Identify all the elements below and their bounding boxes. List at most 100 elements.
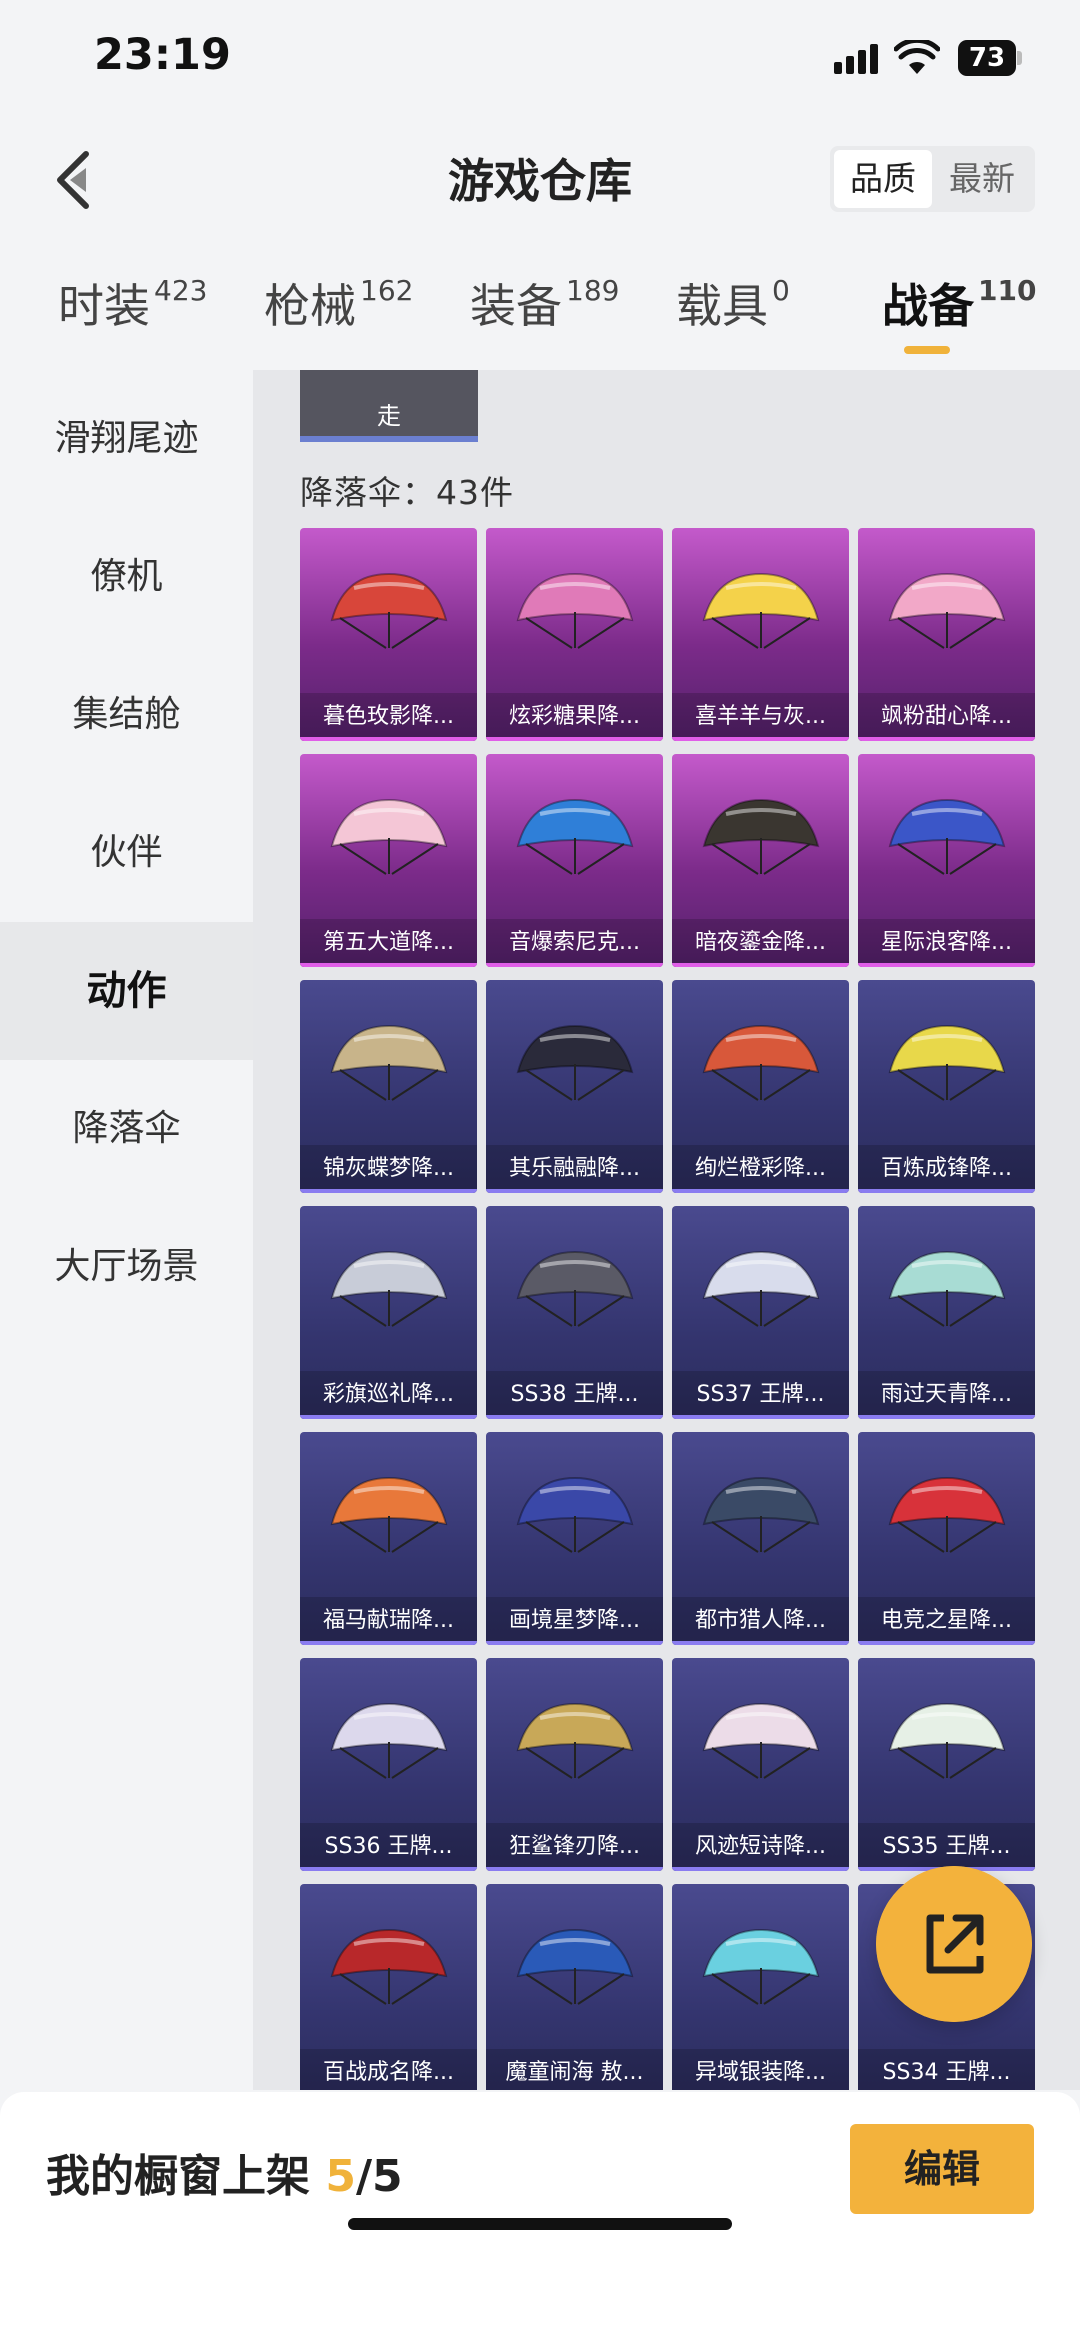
parachute-icon: [330, 1476, 448, 1553]
parachute-item-name: 锦灰蝶梦降...: [300, 1145, 477, 1193]
parachute-item[interactable]: 风迹短诗降...: [672, 1658, 849, 1871]
tab-weapons[interactable]: 枪械 162: [264, 270, 413, 336]
parachute-icon: [330, 1928, 448, 2005]
parachute-item[interactable]: SS37 王牌...: [672, 1206, 849, 1419]
parachute-item-name: 其乐融融降...: [486, 1145, 663, 1193]
parachute-icon: [702, 1476, 820, 1553]
parachute-item-name: 音爆索尼克...: [486, 919, 663, 967]
parachute-item[interactable]: 绚烂橙彩降...: [672, 980, 849, 1193]
parachute-item-name: 百炼成锋降...: [858, 1145, 1035, 1193]
showcase-total: /5: [355, 2151, 403, 2202]
parachute-icon: [702, 1928, 820, 2005]
parachute-item-name: 风迹短诗降...: [672, 1823, 849, 1871]
parachute-item[interactable]: 彩旗巡礼降...: [300, 1206, 477, 1419]
rarity-strip: [858, 1415, 1035, 1419]
tab-vehicles[interactable]: 载具 0: [676, 270, 790, 336]
parachute-item[interactable]: 狂鲨锋刃降...: [486, 1658, 663, 1871]
battery-level: 73: [958, 40, 1016, 76]
rarity-strip: [858, 737, 1035, 741]
rarity-strip: [858, 963, 1035, 967]
sidebar-item-rally-pod[interactable]: 集结舱: [0, 646, 253, 784]
rarity-strip: [486, 963, 663, 967]
parachute-item-name: SS36 王牌...: [300, 1823, 477, 1871]
parachute-item[interactable]: 雨过天青降...: [858, 1206, 1035, 1419]
sort-quality-option[interactable]: 品质: [834, 150, 932, 208]
parachute-icon: [702, 1250, 820, 1327]
parachute-icon: [516, 1476, 634, 1553]
parachute-icon: [516, 1250, 634, 1327]
parachute-icon: [702, 572, 820, 649]
parachute-item-name: 异域银装降...: [672, 2049, 849, 2090]
parachute-item[interactable]: 喜羊羊与灰...: [672, 528, 849, 741]
parachute-item[interactable]: SS38 王牌...: [486, 1206, 663, 1419]
parachute-icon: [702, 1702, 820, 1779]
sidebar-item-lobby-scene[interactable]: 大厅场景: [0, 1198, 253, 1336]
parachute-item-name: 电竞之星降...: [858, 1597, 1035, 1645]
rarity-strip: [300, 1415, 477, 1419]
showcase-count: 5: [325, 2151, 356, 2202]
parachute-item[interactable]: SS36 王牌...: [300, 1658, 477, 1871]
battery-icon: 73: [958, 40, 1022, 76]
tab-fashion[interactable]: 时装 423: [58, 270, 207, 336]
parachute-item[interactable]: 飒粉甜心降...: [858, 528, 1035, 741]
sidebar-item-wingman[interactable]: 僚机: [0, 508, 253, 646]
parachute-item-name: 百战成名降...: [300, 2049, 477, 2090]
rarity-strip: [672, 1641, 849, 1645]
parachute-item[interactable]: 电竞之星降...: [858, 1432, 1035, 1645]
edit-button[interactable]: 编辑: [850, 2124, 1034, 2214]
sidebar-item-emotes[interactable]: 动作: [0, 922, 253, 1060]
parachute-item-name: 都市猎人降...: [672, 1597, 849, 1645]
tab-battle-gear[interactable]: 战备 110: [882, 270, 1036, 336]
rarity-strip: [300, 963, 477, 967]
parachute-item-name: 绚烂橙彩降...: [672, 1145, 849, 1193]
rarity-strip: [300, 737, 477, 741]
parachute-item[interactable]: 星际浪客降...: [858, 754, 1035, 967]
tab-equipment[interactable]: 装备 189: [470, 270, 619, 336]
parachute-item[interactable]: 锦灰蝶梦降...: [300, 980, 477, 1193]
parachute-item-name: 雨过天青降...: [858, 1371, 1035, 1419]
parachute-item[interactable]: 炫彩糖果降...: [486, 528, 663, 741]
parachute-item-name: SS35 王牌...: [858, 1823, 1035, 1871]
rarity-strip: [672, 1867, 849, 1871]
parachute-item[interactable]: 其乐融融降...: [486, 980, 663, 1193]
parachute-item-name: 暮色玫影降...: [300, 693, 477, 741]
rarity-strip: [672, 737, 849, 741]
parachute-item[interactable]: 异域银装降...: [672, 1884, 849, 2090]
rarity-strip: [486, 1867, 663, 1871]
parachute-item[interactable]: 第五大道降...: [300, 754, 477, 967]
parachute-icon: [888, 798, 1006, 875]
parachute-item[interactable]: 百战成名降...: [300, 1884, 477, 2090]
parachute-item[interactable]: 百炼成锋降...: [858, 980, 1035, 1193]
parachute-icon: [888, 572, 1006, 649]
previous-section-tile[interactable]: 走: [300, 370, 478, 442]
parachute-item[interactable]: 福马献瑞降...: [300, 1432, 477, 1645]
sidebar-item-glide-trail[interactable]: 滑翔尾迹: [0, 370, 253, 508]
parachute-item[interactable]: 魔童闹海 敖...: [486, 1884, 663, 2090]
parachute-icon: [516, 798, 634, 875]
rarity-strip: [486, 1415, 663, 1419]
parachute-item[interactable]: 暗夜鎏金降...: [672, 754, 849, 967]
share-button[interactable]: [876, 1866, 1032, 2022]
sort-newest-option[interactable]: 最新: [933, 150, 1031, 208]
rarity-strip: [486, 1189, 663, 1193]
parachute-icon: [330, 1702, 448, 1779]
sidebar-item-companion[interactable]: 伙伴: [0, 784, 253, 922]
parachute-item[interactable]: 音爆索尼克...: [486, 754, 663, 967]
parachute-icon: [888, 1024, 1006, 1101]
rarity-strip: [300, 1641, 477, 1645]
parachute-icon: [330, 798, 448, 875]
previous-tile-label: 走: [377, 402, 401, 430]
parachute-item[interactable]: 都市猎人降...: [672, 1432, 849, 1645]
parachute-icon: [888, 1476, 1006, 1553]
status-bar: 23:19 73: [0, 0, 1080, 120]
sort-toggle[interactable]: 品质 最新: [830, 146, 1035, 212]
parachute-item-name: 第五大道降...: [300, 919, 477, 967]
parachute-item[interactable]: 暮色玫影降...: [300, 528, 477, 741]
parachute-item-name: 狂鲨锋刃降...: [486, 1823, 663, 1871]
sidebar-item-parachute[interactable]: 降落伞: [0, 1060, 253, 1198]
parachute-item-name: 魔童闹海 敖...: [486, 2049, 663, 2090]
parachute-item[interactable]: 画境星梦降...: [486, 1432, 663, 1645]
rarity-strip: [486, 737, 663, 741]
parachute-item[interactable]: SS35 王牌...: [858, 1658, 1035, 1871]
parachute-item-name: 喜羊羊与灰...: [672, 693, 849, 741]
